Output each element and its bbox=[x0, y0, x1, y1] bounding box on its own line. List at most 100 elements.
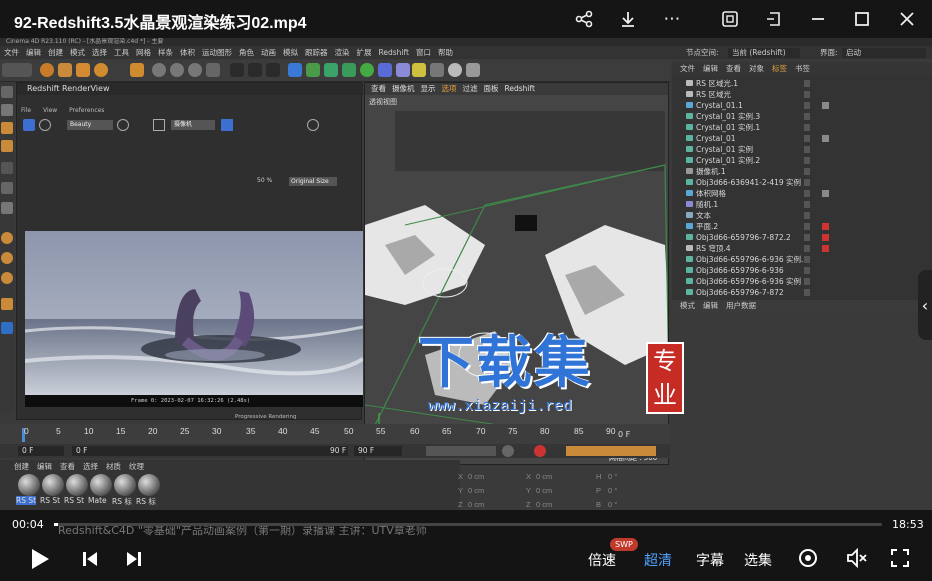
snap-icon[interactable] bbox=[1, 182, 13, 194]
om-menu-item[interactable]: 标签 bbox=[772, 64, 787, 73]
c4d-menu-item[interactable]: 窗口 bbox=[416, 48, 431, 57]
c4d-menu-item[interactable]: 编辑 bbox=[26, 48, 41, 57]
key-tools[interactable] bbox=[566, 446, 656, 456]
object-row[interactable]: Obj3d66-636941-2-419 实例 bbox=[672, 177, 917, 188]
axis-x-icon[interactable] bbox=[152, 63, 166, 77]
object-row[interactable]: Obj3d66-659796-6-936 bbox=[672, 265, 917, 276]
c4d-menu-item[interactable]: 模式 bbox=[70, 48, 85, 57]
material-swatch[interactable] bbox=[90, 474, 112, 496]
vp-menu-item[interactable]: 查看 bbox=[371, 84, 386, 93]
c4d-menu-item[interactable]: 动画 bbox=[261, 48, 276, 57]
size-z-field[interactable]: 0 cm bbox=[536, 500, 552, 509]
c4d-menu-item[interactable]: 样条 bbox=[158, 48, 173, 57]
om-menu-item[interactable]: 书签 bbox=[795, 64, 810, 73]
aov-select[interactable]: Beauty bbox=[67, 120, 113, 130]
scale-icon[interactable] bbox=[76, 63, 90, 77]
material-swatch[interactable] bbox=[42, 474, 64, 496]
c4d-menu-item[interactable]: 工具 bbox=[114, 48, 129, 57]
cube-icon[interactable] bbox=[288, 63, 302, 77]
om-menu-item[interactable]: 对象 bbox=[749, 64, 764, 73]
minimize-icon[interactable] bbox=[804, 6, 832, 32]
axis-z-icon[interactable] bbox=[188, 63, 202, 77]
target-icon[interactable] bbox=[798, 548, 818, 572]
video-frame-c4d[interactable]: Cinema 4D R23.110 (RC) - [水晶景观渲染.c4d *] … bbox=[0, 38, 932, 510]
mat-menu-item[interactable]: 选择 bbox=[83, 462, 98, 471]
c4d-menu-item[interactable]: 扩展 bbox=[357, 48, 372, 57]
camera-select[interactable]: 摄像机 bbox=[171, 120, 215, 130]
mat-menu-item[interactable]: 编辑 bbox=[37, 462, 52, 471]
timeline-ruler[interactable]: 0 5 10 15 20 25 30 35 40 45 50 55 60 65 … bbox=[0, 424, 670, 446]
rot-p-field[interactable]: 0 ° bbox=[608, 486, 617, 495]
pin-icon[interactable] bbox=[760, 6, 788, 32]
end-frame-field[interactable]: 90 F bbox=[326, 446, 348, 456]
bucket-icon[interactable] bbox=[117, 119, 129, 131]
object-row[interactable]: RS 穹顶.4 bbox=[672, 243, 917, 254]
add-icon[interactable] bbox=[130, 63, 144, 77]
speed-button[interactable]: 倍速 bbox=[588, 550, 616, 570]
object-row[interactable]: Obj3d66-659796-6-936 实例 bbox=[672, 276, 917, 287]
c4d-menu-item[interactable]: Redshift bbox=[379, 48, 409, 57]
om-menu-item[interactable]: 文件 bbox=[680, 64, 695, 73]
s-icon[interactable] bbox=[1, 232, 13, 244]
mat-menu-item[interactable]: 创建 bbox=[14, 462, 29, 471]
mat-menu-item[interactable]: 纹理 bbox=[129, 462, 144, 471]
object-row[interactable]: Obj3d66-659796-7-872.2 bbox=[672, 232, 917, 243]
zoom-value[interactable]: 50 % bbox=[257, 177, 272, 184]
coord-system-icon[interactable] bbox=[206, 63, 220, 77]
render-settings-icon[interactable] bbox=[266, 63, 280, 77]
object-row[interactable]: Crystal_01.1 bbox=[672, 100, 917, 111]
refresh-icon[interactable] bbox=[39, 119, 51, 131]
object-row[interactable]: Crystal_01 实例 bbox=[672, 144, 917, 155]
captions-button[interactable]: 字幕 bbox=[696, 550, 724, 570]
light-icon[interactable] bbox=[448, 63, 462, 77]
object-row[interactable]: Obj3d66-659796-6-936 实例.1 bbox=[672, 254, 917, 265]
start-frame-field[interactable]: 0 F bbox=[72, 446, 348, 456]
cloner-icon[interactable] bbox=[360, 63, 374, 77]
quality-button[interactable]: 超清 bbox=[644, 550, 672, 570]
field-icon[interactable] bbox=[396, 63, 410, 77]
attr-menu-item[interactable]: 用户数据 bbox=[726, 301, 756, 310]
rv-menu-item[interactable]: View bbox=[43, 107, 57, 114]
vp-menu-item[interactable]: 摄像机 bbox=[392, 84, 415, 93]
rv-menu-item[interactable]: Preferences bbox=[69, 107, 104, 114]
edges-icon[interactable] bbox=[1, 122, 13, 134]
object-row[interactable]: 平面.2 bbox=[672, 221, 917, 232]
size-select[interactable]: Original Size bbox=[289, 177, 337, 186]
floor-icon[interactable] bbox=[412, 63, 426, 77]
attr-menu-item[interactable]: 编辑 bbox=[703, 301, 718, 310]
volume-mute-icon[interactable] bbox=[846, 547, 868, 572]
vp-menu-item[interactable]: Redshift bbox=[505, 84, 535, 93]
axis-y-icon[interactable] bbox=[170, 63, 184, 77]
maximize-icon[interactable] bbox=[848, 6, 876, 32]
vp-menu-item[interactable]: 显示 bbox=[421, 84, 436, 93]
object-row[interactable]: 文本 bbox=[672, 210, 917, 221]
vp-menu-item[interactable]: 面板 bbox=[484, 84, 499, 93]
s-icon[interactable] bbox=[1, 272, 13, 284]
c4d-menu-item[interactable]: 模拟 bbox=[283, 48, 298, 57]
object-row[interactable]: 体积网格 bbox=[672, 188, 917, 199]
pen-icon[interactable] bbox=[306, 63, 320, 77]
c4d-menu-item[interactable]: 网格 bbox=[136, 48, 151, 57]
camera-icon[interactable] bbox=[430, 63, 444, 77]
material-swatch[interactable] bbox=[66, 474, 88, 496]
lock-render-icon[interactable] bbox=[221, 119, 233, 131]
lock-icon[interactable] bbox=[1, 298, 13, 310]
points-icon[interactable] bbox=[1, 104, 13, 116]
coord-x-field[interactable]: 0 cm bbox=[468, 472, 484, 481]
object-row[interactable]: Obj3d66-659796-7-872 bbox=[672, 287, 917, 298]
object-row[interactable]: Crystal_01 实例.2 bbox=[672, 155, 917, 166]
move-icon[interactable] bbox=[58, 63, 72, 77]
object-row[interactable]: 随机.1 bbox=[672, 199, 917, 210]
preview-end-frame-field[interactable]: 90 F bbox=[354, 446, 402, 456]
size-y-field[interactable]: 0 cm bbox=[536, 486, 552, 495]
subdivision-icon[interactable] bbox=[324, 63, 338, 77]
om-menu-item[interactable]: 编辑 bbox=[703, 64, 718, 73]
render-play-icon[interactable] bbox=[23, 119, 35, 131]
workplane-icon[interactable] bbox=[1, 202, 13, 214]
side-panel-toggle[interactable]: ‹ bbox=[918, 270, 932, 340]
mat-menu-item[interactable]: 材质 bbox=[106, 462, 121, 471]
c4d-menu-item[interactable]: 体积 bbox=[180, 48, 195, 57]
rot-h-field[interactable]: 0 ° bbox=[608, 472, 617, 481]
c4d-menu-item[interactable]: 选择 bbox=[92, 48, 107, 57]
om-menu-item[interactable]: 查看 bbox=[726, 64, 741, 73]
